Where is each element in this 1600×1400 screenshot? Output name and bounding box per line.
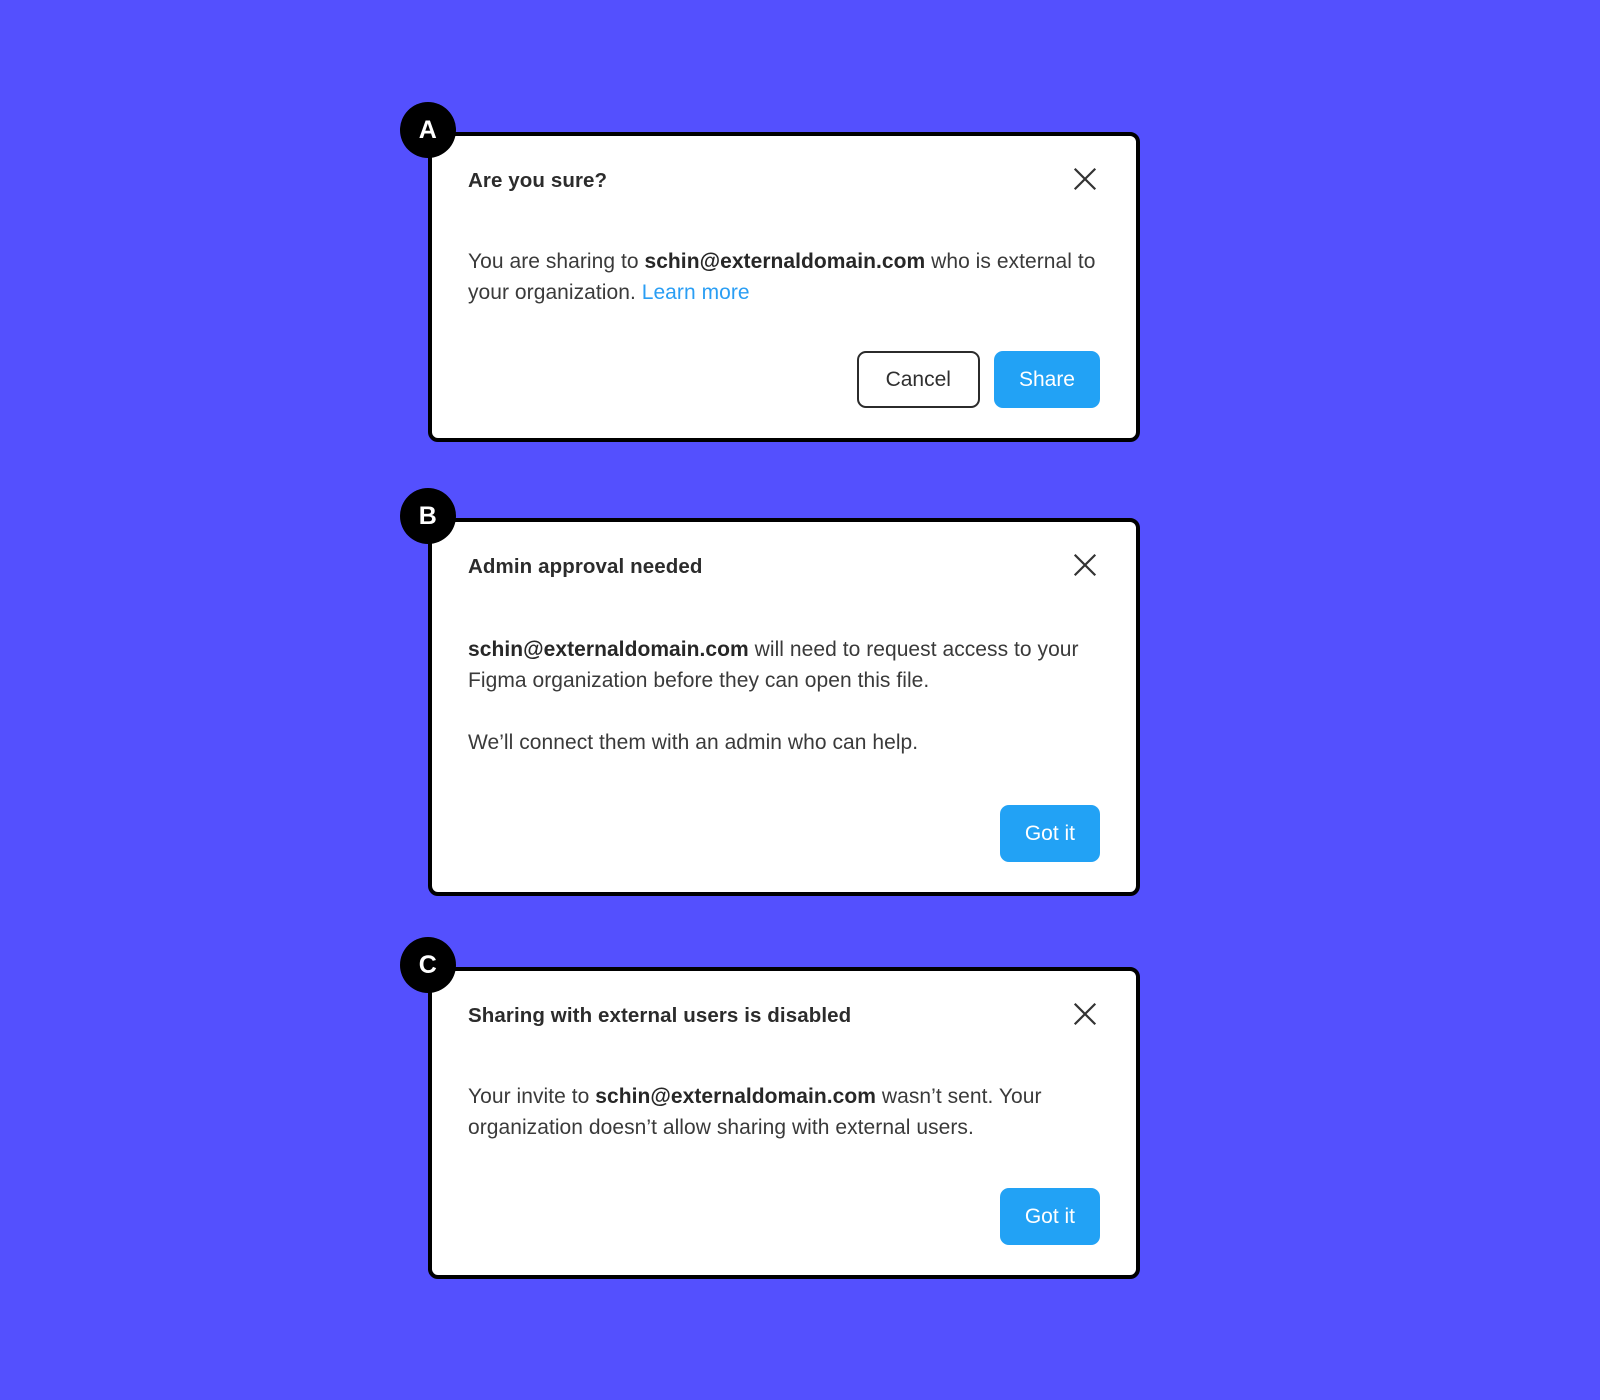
variant-badge-c: C [400,937,456,993]
canvas: A Are you sure? You are sharing to schin… [0,0,1600,1400]
dialog-title: Admin approval needed [468,555,703,578]
message-lead: You are sharing to [468,250,645,273]
dialog-title: Are you sure? [468,169,608,192]
message-lead: Your invite to [468,1085,596,1108]
sharing-disabled-dialog: Sharing with external users is disabled … [428,967,1140,1279]
learn-more-link[interactable]: Learn more [642,281,750,304]
close-icon[interactable] [1070,550,1100,580]
dialog-message: You are sharing to schin@externaldomain.… [468,246,1100,308]
dialog-actions: Got it [468,1188,1100,1245]
dialog-message: Your invite to schin@externaldomain.com … [468,1081,1100,1143]
got-it-button[interactable]: Got it [999,1188,1100,1245]
share-button[interactable]: Share [993,351,1100,408]
external-email: schin@externaldomain.com [468,638,749,661]
dialog-header: Admin approval needed [468,552,1100,586]
dialog-message-secondary: We’ll connect them with an admin who can… [468,731,919,754]
external-email: schin@externaldomain.com [644,250,926,273]
dialog-header: Sharing with external users is disabled [468,1001,1100,1035]
confirm-share-dialog: Are you sure? You are sharing to schin@e… [428,132,1140,442]
admin-approval-dialog: Admin approval needed schin@externaldoma… [428,518,1140,896]
dialog-message: schin@externaldomain.com will need to re… [468,634,1100,696]
dialog-body: schin@externaldomain.com will need to re… [468,634,1100,758]
external-email: schin@externaldomain.com [595,1085,876,1108]
dialog-variant-a: A Are you sure? You are sharing to schin… [400,102,1140,442]
close-icon[interactable] [1070,999,1100,1029]
dialog-header: Are you sure? [468,166,1100,200]
dialog-actions: Cancel Share [468,351,1100,408]
close-icon[interactable] [1070,164,1100,194]
dialog-variant-c: C Sharing with external users is disable… [400,937,1140,1279]
dialog-actions: Got it [468,805,1100,862]
dialog-body: Your invite to schin@externaldomain.com … [468,1081,1100,1143]
got-it-button[interactable]: Got it [999,805,1100,862]
dialog-variant-b: B Admin approval needed schin@externaldo… [400,488,1140,896]
dialog-title: Sharing with external users is disabled [468,1004,852,1027]
cancel-button[interactable]: Cancel [856,351,980,408]
dialog-body: You are sharing to schin@externaldomain.… [468,246,1100,308]
variant-badge-b: B [400,488,456,544]
variant-badge-a: A [400,102,456,158]
